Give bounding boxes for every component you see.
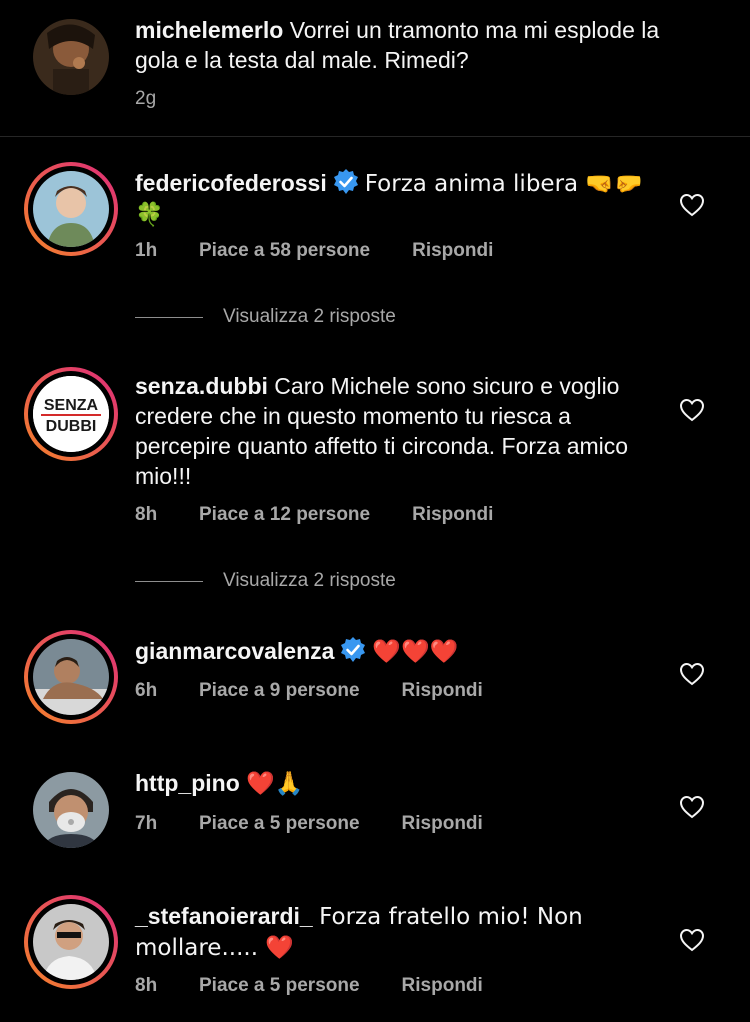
verified-badge-icon [333, 169, 358, 194]
comment-time: 8h [135, 975, 158, 996]
likes-count[interactable]: Piace a 12 persone [199, 504, 370, 526]
avatar-senza-dubbi[interactable]: SENZA DUBBI [33, 376, 109, 452]
reply-button[interactable]: Rispondi [402, 975, 483, 997]
divider-line [135, 580, 203, 582]
avatar-federicofederossi[interactable] [33, 171, 109, 247]
avatar-image [33, 772, 109, 848]
caption-time: 2g [135, 88, 157, 109]
likes-count[interactable]: Piace a 5 persone [199, 975, 360, 997]
comment-time: 8h [135, 504, 158, 525]
reply-button[interactable]: Rispondi [412, 240, 493, 262]
comment-time: 6h [135, 680, 158, 701]
avatar-image [33, 171, 109, 247]
avatar-image [33, 904, 109, 980]
comment-time: 1h [135, 240, 158, 261]
view-replies-button[interactable]: Visualizza 2 risposte [135, 306, 396, 328]
comment-username[interactable]: gianmarcovalenza [135, 638, 334, 664]
reply-button[interactable]: Rispondi [402, 813, 483, 835]
comment-username[interactable]: _stefanoierardi_ [135, 903, 313, 929]
likes-count[interactable]: Piace a 9 persone [199, 680, 360, 702]
avatar-michelemerlo[interactable] [33, 19, 109, 95]
reply-button[interactable]: Rispondi [402, 680, 483, 702]
verified-badge-icon [341, 637, 366, 662]
avatar-gianmarcovalenza[interactable] [33, 639, 109, 715]
comment-username[interactable]: http_pino [135, 770, 240, 796]
view-replies-button[interactable]: Visualizza 2 risposte [135, 570, 396, 592]
likes-count[interactable]: Piace a 5 persone [199, 813, 360, 835]
heart-outline-icon[interactable] [679, 661, 705, 687]
likes-count[interactable]: Piace a 58 persone [199, 240, 370, 262]
caption-username[interactable]: michelemerlo [135, 17, 283, 43]
post-caption: michelemerlo Vorrei un tramonto ma mi es… [0, 0, 750, 137]
divider-line [135, 316, 203, 318]
heart-outline-icon[interactable] [679, 397, 705, 423]
view-replies-label: Visualizza 2 risposte [223, 306, 396, 327]
heart-outline-icon[interactable] [679, 794, 705, 820]
logo-text-bottom: DUBBI [46, 418, 97, 435]
comment-time: 7h [135, 813, 158, 834]
reply-button[interactable]: Rispondi [412, 504, 493, 526]
comment-username[interactable]: federicofederossi [135, 170, 327, 196]
avatar-image [33, 639, 109, 715]
avatar-image [33, 19, 109, 95]
senza-dubbi-logo: SENZA DUBBI [33, 376, 109, 452]
comment-text: ❤️❤️❤️ [372, 639, 459, 665]
heart-outline-icon[interactable] [679, 927, 705, 953]
comment-username[interactable]: senza.dubbi [135, 373, 268, 399]
comment-text: ❤️🙏 [246, 771, 304, 797]
view-replies-label: Visualizza 2 risposte [223, 570, 396, 591]
logo-text-top: SENZA [44, 397, 99, 414]
avatar-stefanoierardi[interactable] [33, 904, 109, 980]
heart-outline-icon[interactable] [679, 192, 705, 218]
avatar-http-pino[interactable] [33, 772, 109, 848]
